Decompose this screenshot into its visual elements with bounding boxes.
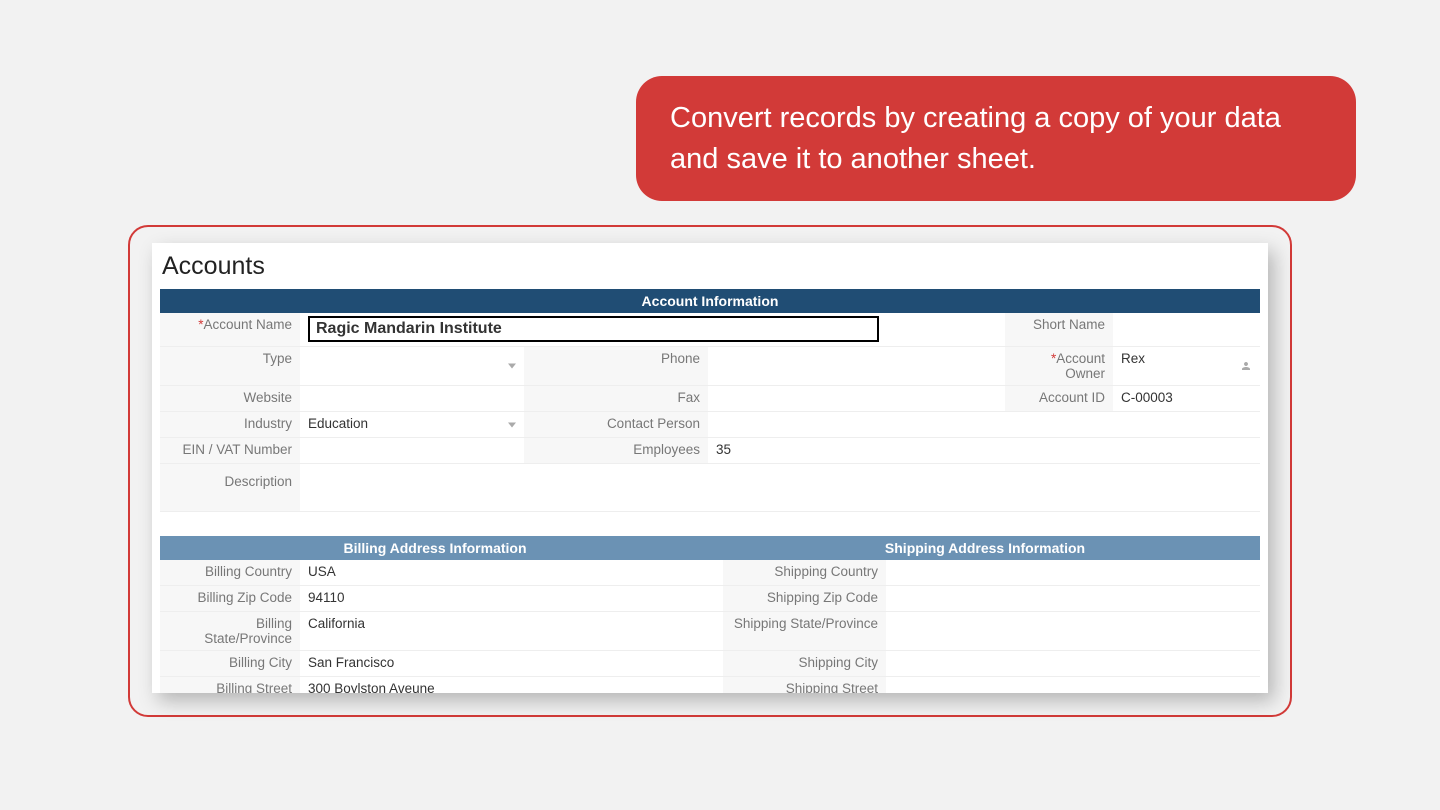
account-owner-input[interactable]: Rex <box>1113 347 1260 385</box>
account-id-value: C-00003 <box>1113 386 1260 411</box>
label-contact-person: Contact Person <box>524 412 708 437</box>
label-account-owner: *Account Owner <box>1005 347 1113 385</box>
shipping-country-input[interactable] <box>886 560 1260 585</box>
phone-input[interactable] <box>708 347 876 385</box>
label-type: Type <box>160 347 300 385</box>
label-phone: Phone <box>524 347 708 385</box>
type-select[interactable] <box>300 347 524 385</box>
contact-person-input[interactable] <box>708 412 876 437</box>
label-fax: Fax <box>524 386 708 411</box>
label-account-id: Account ID <box>1005 386 1113 411</box>
shipping-header: Shipping Address Information <box>710 540 1260 556</box>
label-industry: Industry <box>160 412 300 437</box>
label-shipping-zip: Shipping Zip Code <box>723 586 886 611</box>
label-billing-country: Billing Country <box>160 560 300 585</box>
shipping-city-input[interactable] <box>886 651 1260 676</box>
label-account-name: *Account Name <box>160 313 300 346</box>
chevron-down-icon <box>508 364 516 369</box>
address-section-header: Billing Address Information Shipping Add… <box>160 536 1260 560</box>
billing-street-input[interactable]: 300 Boylston Aveune <box>300 677 723 693</box>
accounts-panel: Accounts Account Information *Account Na… <box>152 243 1268 693</box>
ein-vat-input[interactable] <box>300 438 524 463</box>
label-employees: Employees <box>524 438 708 463</box>
label-billing-city: Billing City <box>160 651 300 676</box>
billing-zip-input[interactable]: 94110 <box>300 586 723 611</box>
shipping-street-input[interactable] <box>886 677 1260 693</box>
address-section: Billing Country USA Shipping Country Bil… <box>160 560 1260 693</box>
label-billing-state: Billing State/Province <box>160 612 300 650</box>
label-description: Description <box>160 464 300 511</box>
employees-input[interactable]: 35 <box>708 438 876 463</box>
billing-country-input[interactable]: USA <box>300 560 723 585</box>
section-account-info-header: Account Information <box>160 289 1260 313</box>
user-icon <box>1240 360 1252 372</box>
chevron-down-icon <box>508 422 516 427</box>
label-ein-vat: EIN / VAT Number <box>160 438 300 463</box>
account-info-section: *Account Name Ragic Mandarin Institute S… <box>160 313 1260 512</box>
shipping-zip-input[interactable] <box>886 586 1260 611</box>
page-title: Accounts <box>152 243 1268 287</box>
highlight-frame: Accounts Account Information *Account Na… <box>128 225 1292 717</box>
shipping-state-input[interactable] <box>886 612 1260 650</box>
spacer <box>876 347 1005 385</box>
billing-city-input[interactable]: San Francisco <box>300 651 723 676</box>
billing-state-input[interactable]: California <box>300 612 723 650</box>
spacer <box>876 412 1005 437</box>
fax-input[interactable] <box>708 386 876 411</box>
label-shipping-state: Shipping State/Province <box>723 612 886 650</box>
spacer <box>876 438 1005 463</box>
description-input[interactable] <box>300 464 1260 511</box>
spacer <box>876 386 1005 411</box>
label-shipping-city: Shipping City <box>723 651 886 676</box>
callout-banner: Convert records by creating a copy of yo… <box>636 76 1356 201</box>
spacer <box>1005 438 1113 463</box>
spacer <box>1113 412 1260 437</box>
label-shipping-street: Shipping Street <box>723 677 886 693</box>
label-billing-street: Billing Street <box>160 677 300 693</box>
spacer <box>1005 412 1113 437</box>
label-shipping-country: Shipping Country <box>723 560 886 585</box>
account-name-input[interactable]: Ragic Mandarin Institute <box>308 316 879 342</box>
website-input[interactable] <box>300 386 524 411</box>
account-name-input-wrapper: Ragic Mandarin Institute <box>300 313 887 346</box>
spacer <box>887 313 1005 346</box>
label-billing-zip: Billing Zip Code <box>160 586 300 611</box>
short-name-input[interactable] <box>1113 313 1260 346</box>
spacer <box>1113 438 1260 463</box>
billing-header: Billing Address Information <box>160 540 710 556</box>
label-short-name: Short Name <box>1005 313 1113 346</box>
industry-select[interactable]: Education <box>300 412 524 437</box>
label-website: Website <box>160 386 300 411</box>
